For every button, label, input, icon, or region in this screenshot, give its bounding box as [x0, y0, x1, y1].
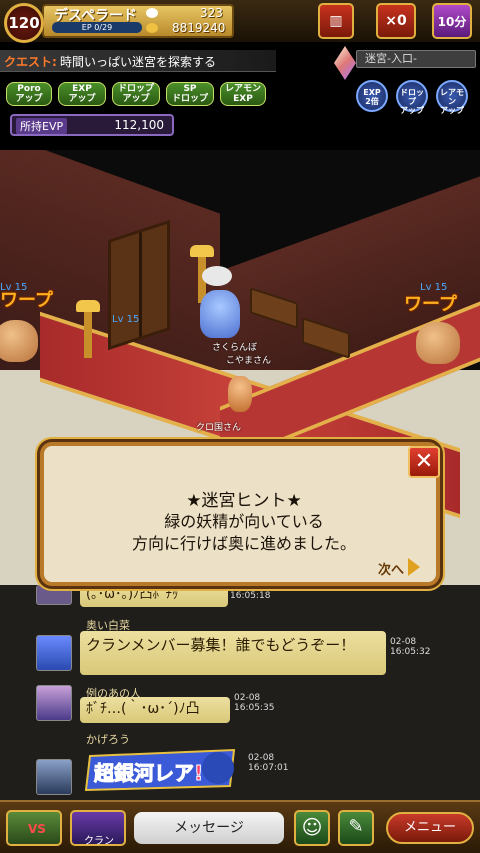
chat-date: 02-08: [390, 637, 417, 647]
ep-gauge: EP 0/29: [52, 22, 142, 33]
player-character[interactable]: [228, 376, 252, 412]
buff-line: SP: [183, 84, 197, 94]
warp-vase[interactable]: [0, 320, 38, 362]
menu-button[interactable]: メニュー: [386, 812, 474, 844]
chat-time: 16:05:18: [230, 591, 271, 601]
next-button[interactable]: 次へ: [378, 559, 404, 578]
avatar[interactable]: [36, 635, 72, 671]
chat-stamp: 超銀河レア!: [84, 746, 238, 792]
stamp-image: 超銀河レア!: [84, 748, 236, 792]
speech-bubble-icon: [202, 266, 232, 286]
buff-line: レアモン: [440, 88, 464, 106]
vs-button[interactable]: VS: [6, 810, 62, 846]
badge-count: ×0: [385, 13, 407, 29]
timer-button[interactable]: 10分: [432, 3, 472, 39]
chat-log[interactable]: (｡･ω･｡)ﾉ凸ﾎﾞﾁｯ 16:05:18 奥い白菜 クランメンバー募集！誰で…: [0, 583, 480, 800]
stone-icon: [146, 8, 158, 18]
buff-poro[interactable]: Poro アップ: [6, 82, 52, 106]
smile-icon[interactable]: ☺: [294, 810, 330, 846]
npc-character[interactable]: [200, 290, 240, 338]
drop-up-icon[interactable]: ドロップ アップ: [396, 80, 428, 115]
buff-line: アップ: [15, 94, 43, 104]
candelabra: [76, 300, 100, 358]
crystal-icon: [334, 46, 356, 80]
status-bar: 120 デスペラード EP 0/29 323 8819240 ▥ ×0 10分: [0, 0, 480, 43]
message-button[interactable]: メッセージ: [134, 812, 284, 844]
evp-label: 所持EVP: [16, 118, 68, 134]
raremon-up-icon[interactable]: レアモン アップ: [436, 80, 468, 115]
buff-line: ドロップ: [117, 84, 154, 94]
buff-sp[interactable]: SP ドロップ: [166, 82, 214, 106]
gold-count: 8819240: [172, 21, 226, 35]
chat-date: 02-08: [234, 693, 261, 703]
item-badge-button[interactable]: ×0: [376, 3, 416, 39]
level-label: Lv 15: [0, 282, 28, 293]
buff-drop[interactable]: ドロップ アップ: [112, 82, 160, 106]
buff-line: ドロップ: [400, 88, 424, 106]
chat-time: 16:05:35: [234, 703, 275, 713]
quest-text: 時間いっぱい迷宮を探索する: [60, 55, 217, 69]
chat-name: かげろう: [86, 733, 130, 746]
warp-label: ワープ: [404, 294, 457, 315]
clan-button[interactable]: クラン: [70, 810, 126, 847]
chat-message: (｡･ω･｡)ﾉ凸ﾎﾞﾁｯ: [80, 583, 228, 607]
buff-line: Poro: [17, 84, 41, 94]
wooden-door[interactable]: [108, 219, 170, 351]
dialog-line: 緑の妖精が向いている: [164, 512, 324, 531]
clan-label: クラン: [84, 836, 114, 847]
chat-message: クランメンバー募集！誰でもどうぞー！: [80, 631, 386, 675]
chat-date: 02-08: [248, 753, 275, 763]
location-label: 迷宮-入口-: [356, 50, 476, 68]
buff-exp[interactable]: EXP アップ: [58, 82, 106, 106]
close-icon[interactable]: ✕: [408, 446, 440, 478]
buff-line: EXP: [233, 94, 253, 104]
buff-line: レアモン: [224, 84, 261, 94]
book-icon[interactable]: ▥: [318, 3, 354, 39]
buff-line: アップ: [440, 106, 464, 115]
dialog-line: 方向に行けば奥に進めました。: [131, 534, 356, 553]
next-arrow-icon[interactable]: [408, 558, 420, 576]
stone-count: 323: [200, 6, 223, 20]
warp-vase[interactable]: [416, 322, 460, 364]
npc-guild: こやまさん: [226, 356, 272, 366]
buff-raremon[interactable]: レアモン EXP: [220, 82, 266, 106]
buff-line: EXP: [72, 84, 92, 94]
quest-banner[interactable]: クエスト: 時間いっぱい迷宮を探索する: [0, 50, 276, 72]
chat-time: 16:07:01: [248, 763, 289, 773]
buff-line: アップ: [122, 94, 150, 104]
buff-line: 2倍: [365, 97, 379, 106]
chat-message: ﾎﾞﾁ…(｀･ω･´)ﾉ凸: [80, 697, 230, 723]
player-tag: クロ国さん: [196, 423, 242, 433]
npc-name: さくらんぼ: [212, 343, 258, 353]
level-label: Lv 15: [112, 314, 140, 325]
quest-label: クエスト:: [4, 55, 57, 69]
buff-line: アップ: [68, 94, 96, 104]
hint-dialog[interactable]: ★迷宮ヒント★ 緑の妖精が向いている 方向に行けば奥に進めました。 次へ: [40, 442, 440, 586]
exp-double-icon[interactable]: EXP 2倍: [356, 80, 388, 112]
monster-icon: [202, 752, 234, 784]
avatar[interactable]: [36, 685, 72, 721]
stamp-text: 超銀河レア!: [93, 761, 203, 785]
chat-time: 16:05:32: [390, 647, 431, 657]
buff-line: アップ: [400, 106, 424, 115]
avatar[interactable]: [36, 585, 72, 605]
level-label: Lv 15: [420, 282, 448, 293]
bottom-bar: VS クラン メッセージ ☺ ✎ メニュー: [0, 800, 480, 853]
pencil-icon[interactable]: ✎: [338, 810, 374, 846]
avatar[interactable]: [36, 759, 72, 795]
player-level: 120: [4, 3, 44, 43]
vs-label: VS: [28, 822, 46, 836]
buff-line: EXP: [363, 88, 381, 97]
buff-line: ドロップ: [171, 94, 208, 104]
timer-label: 10分: [437, 14, 467, 29]
evp-panel: 所持EVP 112,100: [10, 114, 174, 136]
evp-value: 112,100: [114, 118, 164, 132]
gold-icon: [146, 23, 158, 33]
